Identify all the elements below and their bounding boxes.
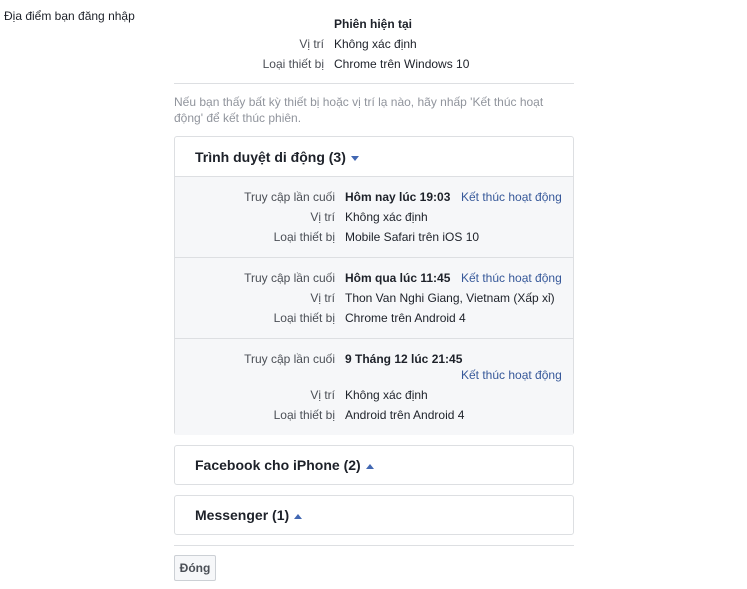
login-locations-page: Địa điểm bạn đăng nhập Phiên hiện tại Vị… xyxy=(0,0,747,589)
current-device-value: Chrome trên Windows 10 xyxy=(334,57,470,71)
current-location-label: Vị trí xyxy=(299,37,324,51)
device-label: Loại thiết bị xyxy=(273,408,335,422)
session-item: Truy cập lần cuối Hôm qua lúc 11:45 Kết … xyxy=(175,257,573,338)
group-header-messenger[interactable]: Messenger (1) xyxy=(195,507,303,523)
group-mobile-browsers: Trình duyệt di động (3) Truy cập lần cuố… xyxy=(174,136,574,435)
device-label: Loại thiết bị xyxy=(273,230,335,244)
last-access-value: Hôm nay lúc 19:03 xyxy=(345,190,451,204)
device-label: Loại thiết bị xyxy=(273,311,335,325)
caret-up-icon xyxy=(294,513,303,519)
caret-down-icon xyxy=(350,155,359,161)
current-device-label: Loại thiết bị xyxy=(262,57,324,71)
location-value: Không xác định xyxy=(345,388,428,402)
session-item: Truy cập lần cuối Hôm nay lúc 19:03 Kết … xyxy=(175,176,573,257)
close-button[interactable]: Đóng xyxy=(174,555,216,581)
device-value: Android trên Android 4 xyxy=(345,408,465,422)
last-access-value: 9 Tháng 12 lúc 21:45 xyxy=(345,352,463,366)
end-session-link[interactable]: Kết thúc hoạt động xyxy=(461,271,562,285)
last-access-label: Truy cập lần cuối xyxy=(244,271,335,285)
divider xyxy=(174,545,574,546)
group-header-mobile-browsers[interactable]: Trình duyệt di động (3) xyxy=(195,149,359,165)
divider xyxy=(174,83,574,84)
group-title: Messenger (1) xyxy=(195,507,290,523)
last-access-label: Truy cập lần cuối xyxy=(244,190,335,204)
group-title: Facebook cho iPhone (2) xyxy=(195,457,361,473)
last-access-value: Hôm qua lúc 11:45 xyxy=(345,271,451,285)
group-facebook-iphone: Facebook cho iPhone (2) xyxy=(174,445,574,485)
end-session-link[interactable]: Kết thúc hoạt động xyxy=(461,190,562,204)
group-title: Trình duyệt di động (3) xyxy=(195,149,346,165)
caret-up-icon xyxy=(365,463,374,469)
group-messenger: Messenger (1) xyxy=(174,495,574,535)
location-value: Không xác định xyxy=(345,210,428,224)
hint-text: Nếu bạn thấy bất kỳ thiết bị hoặc vị trí… xyxy=(174,95,544,125)
session-item: Truy cập lần cuối 9 Tháng 12 lúc 21:45 K… xyxy=(175,338,573,435)
location-value: Thon Van Nghi Giang, Vietnam (Xấp xỉ) xyxy=(345,291,555,305)
last-access-label: Truy cập lần cuối xyxy=(244,352,335,366)
group-header-facebook-iphone[interactable]: Facebook cho iPhone (2) xyxy=(195,457,374,473)
location-label: Vị trí xyxy=(310,388,335,402)
end-session-link[interactable]: Kết thúc hoạt động xyxy=(461,368,562,382)
location-label: Vị trí xyxy=(310,210,335,224)
device-value: Mobile Safari trên iOS 10 xyxy=(345,230,480,244)
current-session-heading: Phiên hiện tại xyxy=(334,17,413,31)
section-title: Địa điểm bạn đăng nhập xyxy=(4,9,135,23)
location-label: Vị trí xyxy=(310,291,335,305)
device-value: Chrome trên Android 4 xyxy=(345,311,466,325)
current-location-value: Không xác định xyxy=(334,37,417,51)
